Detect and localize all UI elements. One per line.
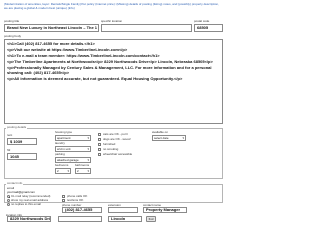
available-on-value: select date — [154, 136, 169, 140]
parking-label: parking — [55, 152, 65, 156]
laundry-value: w/d in unit — [57, 147, 71, 151]
intro-notice[interactable]: (Modernization of amenities, layer: Rent… — [4, 2, 223, 10]
postal-code-label: postal code — [194, 19, 210, 23]
parking-value: attached garage — [57, 158, 79, 162]
dogs-ok-checkbox[interactable] — [98, 138, 101, 141]
wheelchair-checkbox[interactable] — [98, 153, 101, 156]
phone-calls-checkbox[interactable] — [62, 195, 65, 198]
dogs-ok-label: dogs are OK - wooof — [103, 137, 131, 141]
chevron-down-icon: ▾ — [182, 136, 184, 140]
available-on-label: available on — [152, 130, 169, 134]
cats-ok-checkbox[interactable] — [98, 133, 101, 136]
chevron-down-icon: ▾ — [87, 169, 89, 173]
city-input[interactable]: Lincoln — [108, 216, 142, 222]
bedrooms-label: bedrooms — [55, 163, 69, 167]
bedrooms-select[interactable]: 2 ▾ — [55, 168, 71, 174]
mail-relay-radio[interactable] — [7, 195, 10, 198]
body-line: <h1>To e-mail a team member: https://www… — [7, 53, 160, 58]
laundry-label: laundry — [55, 141, 65, 145]
specific-location-label: specific location — [101, 19, 123, 23]
posting-title-label: posting title — [4, 19, 20, 23]
sqft-input[interactable]: 1045 — [7, 153, 37, 160]
no-smoking-checkbox[interactable] — [98, 148, 101, 151]
specific-location-input[interactable] — [101, 24, 192, 32]
contact-info-heading: contact info — [6, 181, 24, 185]
body-line: <p>Professionally Managed by Century Sal… — [7, 65, 212, 75]
show-email-radio[interactable] — [7, 199, 10, 202]
text-ok-checkbox[interactable] — [62, 199, 65, 202]
bedrooms-value: 2 — [57, 169, 59, 173]
housing-type-value: apartment — [57, 136, 71, 140]
posting-details-heading: posting details — [6, 125, 28, 129]
text-ok-label: text/sms OK — [67, 198, 84, 202]
rent-input[interactable]: $ 1039 — [7, 138, 37, 145]
furnished-checkbox[interactable] — [98, 143, 101, 146]
furnished-label: furnished — [103, 142, 116, 146]
street-input[interactable]: 8229 Northwoods Drive — [7, 216, 51, 222]
bathrooms-value: 2 — [77, 169, 79, 173]
posting-body-textarea[interactable]: <h1>Call (402) 817-4655 for more details… — [4, 39, 223, 124]
bathrooms-label: bathrooms — [75, 163, 90, 167]
extension-input[interactable] — [108, 207, 138, 213]
bathrooms-select[interactable]: 2 ▾ — [75, 168, 91, 174]
housing-type-label: housing type — [55, 130, 73, 134]
no-replies-radio[interactable] — [7, 203, 10, 206]
body-line: <h1>Call (402) 817-4655 for more details… — [7, 41, 95, 46]
posting-title-input[interactable]: Brand New Luxury in Northeast Lincoln – … — [4, 24, 99, 32]
cross-street-input[interactable] — [58, 216, 102, 222]
wheelchair-label: wheelchair accessible — [103, 152, 133, 156]
phone-number-input[interactable]: (402) 817-4655 — [62, 207, 102, 213]
find-button[interactable]: find — [146, 216, 156, 222]
body-line: <p>Visit our website at https://www.Timb… — [7, 47, 128, 52]
cats-ok-label: cats are OK - purrr — [103, 132, 128, 136]
chevron-down-icon: ▾ — [87, 147, 89, 151]
available-on-select[interactable]: select date ▾ — [152, 135, 186, 141]
no-smoking-label: no smoking — [103, 147, 119, 151]
body-line: <p>All information is deemed accurate, b… — [7, 76, 183, 81]
contact-name-input[interactable]: Property Manager — [143, 207, 187, 213]
no-replies-label: no replies to this email — [11, 202, 41, 206]
sqft-label: ft2 — [7, 148, 11, 152]
body-line: <p>The Timberline Apartments at Northwoo… — [7, 59, 213, 64]
chevron-down-icon: ▾ — [87, 136, 89, 140]
rent-label: rent — [7, 133, 13, 137]
posting-body-label: posting body — [4, 34, 22, 38]
postal-code-input[interactable]: 68505 — [194, 24, 223, 32]
chevron-down-icon: ▾ — [67, 169, 69, 173]
